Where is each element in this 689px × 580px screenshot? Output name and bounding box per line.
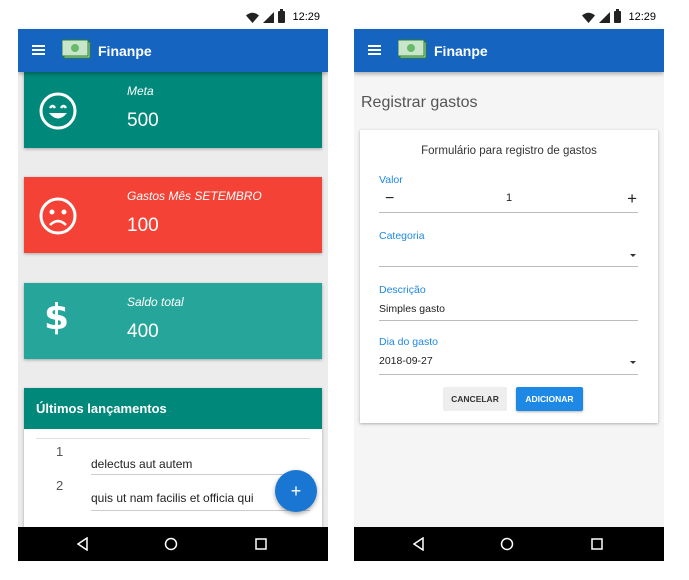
- increment-button[interactable]: +: [627, 189, 637, 209]
- saldo-label: Saldo total: [127, 295, 184, 309]
- divider: [36, 438, 310, 439]
- battery-icon: [278, 9, 286, 23]
- wifi-icon: [246, 12, 260, 23]
- descricao-underline: [379, 320, 638, 321]
- categoria-label: Categoria: [379, 230, 425, 242]
- menu-icon[interactable]: [368, 45, 381, 55]
- home-icon[interactable]: [500, 537, 514, 551]
- dia-label: Dia do gasto: [379, 336, 438, 348]
- meta-label: Meta: [127, 84, 154, 98]
- dia-select[interactable]: 2018-09-27: [379, 355, 433, 367]
- categoria-underline: [379, 266, 638, 267]
- back-icon[interactable]: [412, 537, 425, 551]
- dropdown-arrow-icon[interactable]: [630, 254, 636, 257]
- valor-input[interactable]: 1: [360, 192, 658, 204]
- list-item-index: 1: [56, 444, 64, 459]
- form-screen: 12:29 Finanpe Registrar gastos Formulári…: [354, 8, 664, 561]
- money-logo-icon: [398, 39, 427, 59]
- recent-entries-title: Últimos lançamentos: [24, 388, 322, 429]
- back-icon[interactable]: [76, 537, 89, 551]
- recent-entries-card: Últimos lançamentos 1 delectus aut autem…: [24, 388, 322, 528]
- saldo-value: 400: [127, 321, 159, 342]
- android-nav-bar: [354, 527, 664, 561]
- signal-icon: [263, 11, 275, 23]
- menu-icon[interactable]: [32, 45, 45, 55]
- app-title: Finanpe: [98, 43, 152, 59]
- gastos-value: 100: [127, 215, 159, 236]
- dollar-icon: $: [44, 297, 70, 338]
- status-time: 12:29: [628, 11, 656, 23]
- app-bar: Finanpe: [18, 29, 328, 72]
- app-bar: Finanpe: [354, 29, 664, 72]
- add-fab-button[interactable]: +: [275, 470, 317, 512]
- page-title: Registrar gastos: [361, 94, 478, 111]
- wifi-icon: [582, 12, 596, 23]
- saldo-card: $ Saldo total 400: [24, 283, 322, 359]
- list-item-text: quis ut nam facilis et officia qui: [91, 491, 254, 505]
- dropdown-arrow-icon[interactable]: [630, 361, 636, 364]
- divider: [91, 474, 310, 475]
- happy-face-icon: [39, 92, 77, 130]
- expense-form: Formulário para registro de gastos Valor…: [360, 130, 658, 423]
- battery-icon: [614, 9, 622, 23]
- cancel-button[interactable]: CANCELAR: [443, 387, 507, 411]
- dashboard-screen: 12:29 Finanpe Meta 500 Gastos Mês SETEMB: [18, 8, 328, 561]
- descricao-input[interactable]: Simples gasto: [379, 303, 445, 315]
- descricao-label: Descrição: [379, 284, 426, 296]
- status-time: 12:29: [292, 11, 320, 23]
- status-bar: 12:29: [18, 8, 328, 29]
- valor-underline: [379, 212, 638, 213]
- app-title: Finanpe: [434, 43, 488, 59]
- meta-value: 500: [127, 110, 159, 131]
- dia-underline: [379, 374, 638, 375]
- gastos-label: Gastos Mês SETEMBRO: [127, 189, 262, 203]
- android-nav-bar: [18, 527, 328, 561]
- money-logo-icon: [62, 39, 91, 59]
- divider: [91, 510, 310, 511]
- home-icon[interactable]: [164, 537, 178, 551]
- recent-apps-icon[interactable]: [591, 538, 603, 550]
- meta-card: Meta 500: [24, 72, 322, 148]
- status-bar: 12:29: [354, 8, 664, 29]
- form-title: Formulário para registro de gastos: [421, 145, 597, 157]
- sad-face-icon: [39, 197, 77, 235]
- signal-icon: [599, 11, 611, 23]
- add-button[interactable]: ADICIONAR: [516, 387, 583, 411]
- list-item-text: delectus aut autem: [91, 457, 193, 471]
- list-item-index: 2: [56, 478, 64, 493]
- gastos-card: Gastos Mês SETEMBRO 100: [24, 177, 322, 253]
- recent-apps-icon[interactable]: [255, 538, 267, 550]
- valor-label: Valor: [379, 174, 403, 186]
